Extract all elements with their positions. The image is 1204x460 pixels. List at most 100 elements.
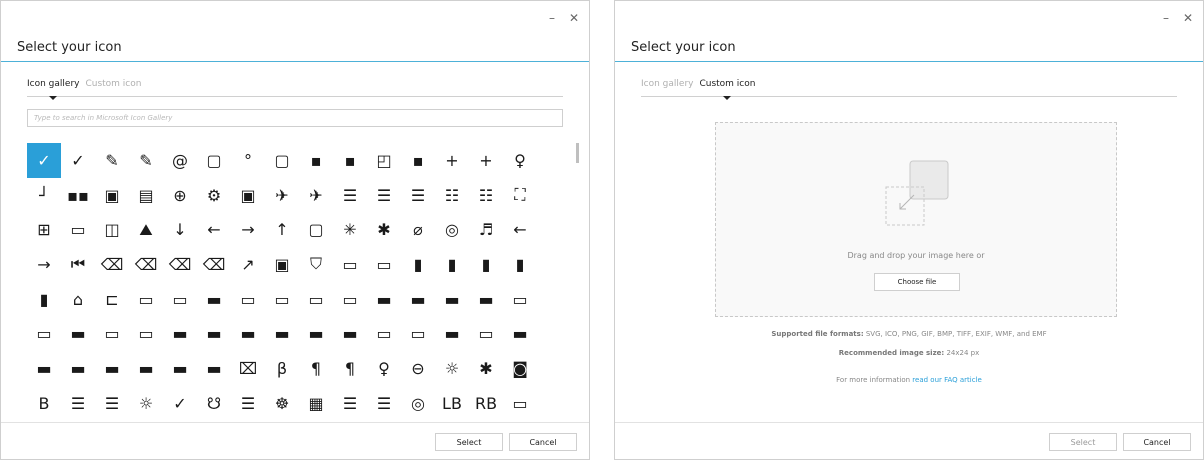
icon-option[interactable]: ▪: [401, 143, 435, 178]
icon-option[interactable]: ▬: [469, 282, 503, 317]
icon-grid-scrollbar[interactable]: [576, 143, 579, 163]
icon-option[interactable]: LB: [435, 386, 469, 421]
icon-option[interactable]: ▢: [197, 143, 231, 178]
icon-option[interactable]: Ⓧ: [197, 421, 231, 422]
icon-option[interactable]: ▭: [333, 247, 367, 282]
icon-option[interactable]: ✎: [129, 143, 163, 178]
icon-option[interactable]: ⊖: [401, 351, 435, 386]
cancel-button[interactable]: Cancel: [1123, 433, 1191, 451]
icon-option[interactable]: ┘: [27, 178, 61, 213]
select-button[interactable]: Select: [1049, 433, 1117, 451]
icon-option[interactable]: ▭: [129, 316, 163, 351]
close-button[interactable]: ✕: [569, 11, 579, 25]
minimize-button[interactable]: –: [1163, 11, 1169, 25]
icon-option[interactable]: ↗: [231, 247, 265, 282]
icon-option[interactable]: ▭: [95, 316, 129, 351]
icon-option[interactable]: ▬: [95, 351, 129, 386]
icon-option[interactable]: ▭: [163, 282, 197, 317]
icon-option[interactable]: ⌧: [231, 351, 265, 386]
icon-option[interactable]: ▭: [401, 316, 435, 351]
icon-option[interactable]: ✳: [333, 212, 367, 247]
icon-option[interactable]: ▬: [333, 316, 367, 351]
icon-option[interactable]: ☰: [61, 386, 95, 421]
icon-option[interactable]: ¶: [333, 351, 367, 386]
icon-option[interactable]: ☼: [435, 351, 469, 386]
icon-option[interactable]: ▬: [61, 316, 95, 351]
icon-option[interactable]: ☸: [265, 386, 299, 421]
icon-option[interactable]: ☰: [333, 178, 367, 213]
minimize-button[interactable]: –: [549, 11, 555, 25]
icon-option[interactable]: ✎: [95, 143, 129, 178]
icon-option[interactable]: ⌫: [129, 247, 163, 282]
icon-option[interactable]: ▬: [265, 316, 299, 351]
icon-option[interactable]: ☰: [231, 386, 265, 421]
icon-option[interactable]: ▮: [401, 247, 435, 282]
icon-option[interactable]: ☰: [367, 386, 401, 421]
icon-option[interactable]: ◫: [95, 212, 129, 247]
icon-option[interactable]: ▭: [333, 282, 367, 317]
select-button[interactable]: Select: [435, 433, 503, 451]
icon-option[interactable]: ☰: [333, 386, 367, 421]
icon-option[interactable]: ▮: [503, 247, 537, 282]
icon-option[interactable]: ☰: [367, 178, 401, 213]
icon-option[interactable]: ▬: [435, 282, 469, 317]
icon-option[interactable]: ♀: [367, 351, 401, 386]
tab-icon-gallery[interactable]: Icon gallery: [27, 79, 79, 96]
icon-option[interactable]: ▭: [469, 316, 503, 351]
icon-option[interactable]: ▮: [27, 282, 61, 317]
icon-option[interactable]: ☰: [401, 178, 435, 213]
icon-option[interactable]: ▪: [299, 143, 333, 178]
icon-option[interactable]: ▭: [265, 282, 299, 317]
icon-option[interactable]: ◎: [435, 212, 469, 247]
icon-option[interactable]: ⌂: [61, 282, 95, 317]
icon-option[interactable]: ✓: [27, 143, 61, 178]
icon-option[interactable]: ←: [197, 212, 231, 247]
icon-option[interactable]: ⚙: [197, 178, 231, 213]
icon-option[interactable]: ⌀: [401, 212, 435, 247]
icon-option[interactable]: ▬: [197, 351, 231, 386]
icon-option[interactable]: ¶: [299, 351, 333, 386]
icon-option[interactable]: ☋: [197, 386, 231, 421]
icon-option[interactable]: ⊜: [129, 421, 163, 422]
icon-option[interactable]: ⌫: [163, 247, 197, 282]
image-dropzone[interactable]: Drag and drop your image here or Choose …: [715, 122, 1117, 317]
icon-option[interactable]: ▭: [299, 282, 333, 317]
icon-option[interactable]: ▬: [435, 316, 469, 351]
icon-option[interactable]: +: [469, 143, 503, 178]
icon-option[interactable]: RB: [469, 386, 503, 421]
icon-option[interactable]: °: [231, 143, 265, 178]
icon-option[interactable]: ▬: [197, 316, 231, 351]
icon-option[interactable]: ▬: [61, 351, 95, 386]
icon-option[interactable]: Ⓐ: [61, 421, 95, 422]
icon-option[interactable]: ⛶: [503, 178, 537, 213]
icon-option[interactable]: β: [265, 351, 299, 386]
icon-option[interactable]: ▢: [265, 143, 299, 178]
icon-option[interactable]: ☼: [129, 386, 163, 421]
icon-option[interactable]: ✓: [61, 143, 95, 178]
icon-option[interactable]: ▬: [231, 316, 265, 351]
icon-option[interactable]: ▭: [27, 316, 61, 351]
icon-option[interactable]: ▬: [367, 282, 401, 317]
icon-option[interactable]: ☕: [265, 421, 299, 422]
icon-option[interactable]: ◰: [367, 143, 401, 178]
icon-option[interactable]: B: [27, 386, 61, 421]
icon-option[interactable]: ▤: [129, 178, 163, 213]
icon-option[interactable]: ▭: [503, 386, 537, 421]
choose-file-button[interactable]: Choose file: [874, 273, 960, 291]
icon-option[interactable]: ▭: [27, 421, 61, 422]
icon-option[interactable]: ↓: [163, 212, 197, 247]
icon-option[interactable]: ▭: [503, 282, 537, 317]
icon-option[interactable]: ☷: [469, 178, 503, 213]
icon-option[interactable]: ☷: [435, 178, 469, 213]
icon-option[interactable]: Ⓐ: [163, 421, 197, 422]
tab-custom-icon[interactable]: Custom icon: [85, 79, 141, 96]
icon-option[interactable]: ⌫: [197, 247, 231, 282]
icon-option[interactable]: ⊏: [95, 282, 129, 317]
icon-option[interactable]: +: [435, 143, 469, 178]
icon-option[interactable]: ▣: [231, 178, 265, 213]
icon-option[interactable]: ▬: [401, 282, 435, 317]
icon-option[interactable]: ▬: [163, 351, 197, 386]
icon-option[interactable]: ▬: [129, 351, 163, 386]
close-button[interactable]: ✕: [1183, 11, 1193, 25]
icon-option[interactable]: ✈: [299, 178, 333, 213]
